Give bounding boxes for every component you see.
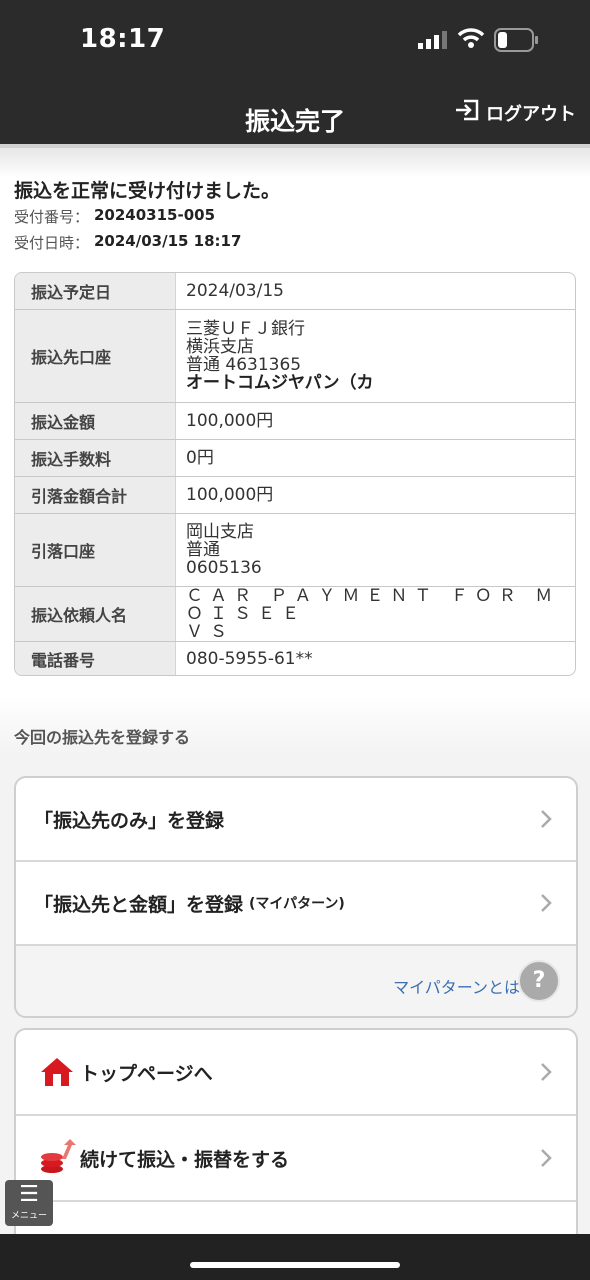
requester-value: ＣＡＲ ＰＡＹＭＥＮＴ ＦＯＲ ＭＯＩＳＥＥ ＶＳ <box>176 587 575 641</box>
table-row: 振込手数料 0円 <box>15 440 575 477</box>
dest-account-value: 三菱ＵＦＪ銀行 横浜支店 普通 4631365 オートコムジヤパン（カ <box>176 310 575 402</box>
scheduled-date-label: 振込予定日 <box>15 273 176 309</box>
receipt-number: 受付番号： 20240315-005 <box>14 206 215 227</box>
receipt-number-label: 受付番号： <box>14 208 90 226</box>
receipt-datetime-value: 2024/03/15 18:17 <box>94 232 242 250</box>
cellular-signal-icon <box>418 31 448 53</box>
transfer-result-section: 振込を正常に受け付けました。 受付番号： 20240315-005 受付日時： … <box>0 148 590 694</box>
scheduled-date-value: 2024/03/15 <box>186 281 284 301</box>
register-dest-only-label: 「振込先のみ」を登録 <box>34 809 225 832</box>
status-time: 18:17 <box>80 24 166 54</box>
logout-button[interactable]: ログアウト <box>454 98 576 127</box>
receipt-number-value: 20240315-005 <box>94 206 216 224</box>
debit-account-value: 岡山支店 普通 0605136 <box>176 514 575 586</box>
debit-number: 0605136 <box>186 558 262 578</box>
chevron-right-icon <box>540 893 552 918</box>
dest-account-label: 振込先口座 <box>15 310 176 402</box>
receipt-datetime-label: 受付日時： <box>14 234 90 252</box>
fee-label: 振込手数料 <box>15 440 176 476</box>
dest-branch-name: 横浜支店 <box>186 337 254 357</box>
dest-account-number: 普通 4631365 <box>186 355 302 375</box>
requester-name-line2: ＶＳ <box>186 622 234 642</box>
logout-icon <box>454 98 480 127</box>
register-options-card: 「振込先のみ」を登録 「振込先と金額」を登録 (マイパターン) マイパターンとは… <box>14 776 578 1018</box>
register-dest-amount-button[interactable]: 「振込先と金額」を登録 (マイパターン) <box>16 862 576 946</box>
table-row: 引落口座 岡山支店 普通 0605136 <box>15 514 575 587</box>
total-label: 引落金額合計 <box>15 477 176 513</box>
register-dest-only-button[interactable]: 「振込先のみ」を登録 <box>16 778 576 862</box>
status-bar: 18:17 <box>0 0 590 90</box>
requester-label: 振込依頼人名 <box>15 587 176 641</box>
fee-value: 0円 <box>186 448 214 468</box>
debit-type: 普通 <box>186 540 220 560</box>
table-row: 振込依頼人名 ＣＡＲ ＰＡＹＭＥＮＴ ＦＯＲ ＭＯＩＳＥＥ ＶＳ <box>15 587 575 642</box>
table-row: 引落金額合計 100,000円 <box>15 477 575 514</box>
help-button[interactable]: ? <box>518 960 560 1002</box>
chevron-right-icon <box>540 809 552 834</box>
continue-transfer-button[interactable]: 続けて振込・振替をする <box>16 1116 576 1202</box>
receipt-datetime: 受付日時： 2024/03/15 18:17 <box>14 232 241 253</box>
total-value: 100,000円 <box>186 485 274 505</box>
wifi-icon <box>457 27 485 53</box>
register-dest-amount-label: 「振込先と金額」を登録 <box>34 893 244 916</box>
menu-button[interactable]: ☰ メニュー <box>5 1180 53 1226</box>
header-bar: 振込完了 ログアウト <box>0 90 590 148</box>
hamburger-icon: ☰ <box>19 1182 39 1207</box>
home-icon <box>38 1053 76 1091</box>
phone-value: 080-5955-61** <box>186 648 313 669</box>
completion-message: 振込を正常に受け付けました。 <box>14 180 281 202</box>
chevron-right-icon <box>540 1148 552 1173</box>
requester-name-line1: ＣＡＲ ＰＡＹＭＥＮＴ ＦＯＲ ＭＯＩＳＥＥ <box>186 586 560 624</box>
menu-label: メニュー <box>10 1211 47 1221</box>
battery-icon <box>494 28 540 56</box>
navigation-card: トップページへ 続けて振込・振替をする <box>14 1028 578 1252</box>
table-row: 電話番号 080-5955-61** <box>15 642 575 675</box>
mypattern-help-row: マイパターンとは ? <box>16 946 576 1016</box>
top-page-button[interactable]: トップページへ <box>16 1030 576 1116</box>
table-row: 振込予定日 2024/03/15 <box>15 273 575 310</box>
transfer-details-table: 振込予定日 2024/03/15 振込先口座 三菱ＵＦＪ銀行 横浜支店 普通 4… <box>14 272 576 676</box>
bottom-bar <box>0 1234 590 1280</box>
top-page-label: トップページへ <box>80 1062 213 1085</box>
mypattern-link[interactable]: マイパターンとは <box>393 974 520 998</box>
mypattern-note: (マイパターン) <box>249 896 345 912</box>
table-row: 振込金額 100,000円 <box>15 403 575 440</box>
chevron-right-icon <box>540 1062 552 1087</box>
amount-value: 100,000円 <box>186 411 274 431</box>
debit-account-label: 引落口座 <box>15 514 176 586</box>
debit-branch: 岡山支店 <box>186 522 254 542</box>
logout-label: ログアウト <box>486 103 576 125</box>
amount-label: 振込金額 <box>15 403 176 439</box>
continue-transfer-label: 続けて振込・振替をする <box>80 1148 290 1171</box>
dest-account-holder: オートコムジヤパン（カ <box>186 373 374 393</box>
coins-transfer-icon <box>38 1139 76 1177</box>
dest-bank-name: 三菱ＵＦＪ銀行 <box>186 319 305 339</box>
home-indicator[interactable] <box>190 1262 400 1268</box>
register-section: 今回の振込先を登録する 「振込先のみ」を登録 「振込先と金額」を登録 (マイパタ… <box>0 694 590 1252</box>
phone-label: 電話番号 <box>15 642 176 675</box>
table-row: 振込先口座 三菱ＵＦＪ銀行 横浜支店 普通 4631365 オートコムジヤパン（… <box>15 310 575 403</box>
register-title: 今回の振込先を登録する <box>14 728 191 747</box>
